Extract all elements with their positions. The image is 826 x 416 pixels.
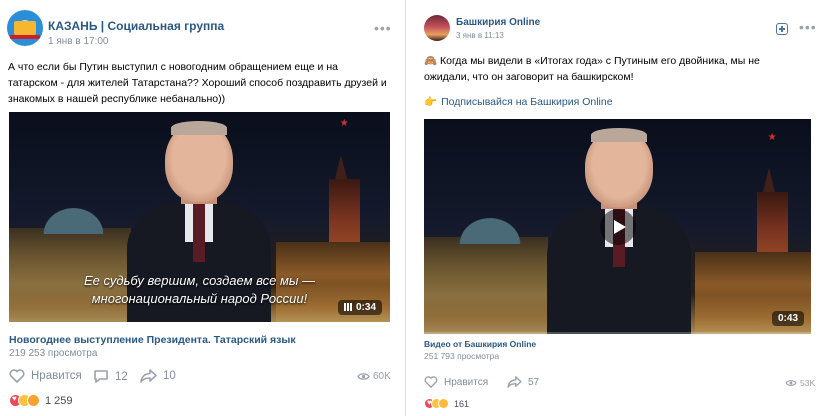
share-count: 57	[528, 376, 540, 388]
video-subtitle-line2: многонациональный народ России!	[91, 291, 308, 306]
like-label: Нравится	[31, 370, 82, 382]
eye-icon	[357, 373, 370, 380]
video-views: 219 253 просмотра	[9, 348, 98, 359]
avatar-badge	[14, 21, 36, 35]
views-counter: 60K	[357, 371, 391, 382]
like-button[interactable]: Нравится	[424, 376, 488, 388]
video-title[interactable]: Новогоднее выступление Президента. Татар…	[9, 334, 296, 346]
video-subtitle-line1: Ее судьбу вершим, создаем все мы —	[83, 273, 316, 288]
tower-spire	[762, 168, 775, 193]
video-duration: 0:34	[337, 300, 382, 315]
post-header: КАЗАНЬ | Социальная группа 1 янв в 17:00…	[0, 0, 400, 56]
subscribe-link[interactable]: 👉 Подписывайся на Башкирия Online	[424, 95, 613, 108]
post-text: А что если бы Путин выступил с новогодни…	[8, 61, 387, 105]
avatar-stripe	[10, 35, 40, 39]
view-count: 60K	[373, 371, 391, 382]
comment-button[interactable]: 12	[93, 369, 128, 384]
share-button[interactable]: 10	[140, 369, 176, 383]
wow-reaction-icon	[27, 394, 40, 407]
share-count: 10	[163, 370, 176, 382]
comment-icon	[94, 370, 108, 383]
comment-count: 12	[115, 370, 128, 383]
video-views: 251 793 просмотра	[424, 351, 500, 361]
add-icon[interactable]	[776, 23, 788, 35]
post-text: 🙈 Когда мы видели в «Итогах года» с Пути…	[424, 55, 760, 83]
post-author[interactable]: КАЗАНЬ | Социальная группа	[48, 19, 224, 33]
video-player[interactable]: ★ 0:43	[424, 119, 811, 334]
heart-icon	[9, 369, 25, 383]
group-avatar[interactable]	[7, 10, 43, 46]
post-bashkiria: Башкирия Online 3 янв в 11:13 ••• 🙈 Когд…	[414, 0, 826, 409]
feed-page: КАЗАНЬ | Социальная группа 1 янв в 17:00…	[0, 0, 826, 416]
star-icon: ★	[767, 131, 777, 143]
post-time[interactable]: 1 янв в 17:00	[48, 36, 108, 47]
more-dots-icon[interactable]: •••	[799, 19, 817, 35]
view-count: 53K	[800, 378, 816, 388]
like-label: Нравится	[444, 376, 489, 388]
post-time[interactable]: 3 янв в 11:13	[456, 31, 504, 40]
dome	[39, 204, 109, 234]
video-duration: 0:43	[771, 311, 804, 326]
share-icon	[507, 376, 522, 388]
video-title[interactable]: Видео от Башкирия Online	[424, 339, 536, 349]
reaction-count: 1 259	[45, 394, 73, 407]
clip-icon	[343, 303, 352, 311]
post-header: Башкирия Online 3 янв в 11:13 •••	[414, 0, 826, 56]
hair	[171, 121, 227, 135]
like-button[interactable]: Нравится	[9, 369, 82, 383]
love-reaction-icon	[438, 398, 449, 409]
reactions[interactable]: 1 259	[9, 394, 73, 407]
reactions[interactable]: 161	[424, 398, 469, 409]
share-button[interactable]: 57	[507, 376, 539, 388]
video-progress[interactable]	[424, 332, 811, 334]
views-counter: 53K	[785, 378, 815, 388]
eye-icon	[785, 380, 797, 386]
group-avatar[interactable]	[424, 15, 450, 41]
star-icon: ★	[339, 118, 349, 130]
tower-spire	[334, 155, 347, 180]
share-icon	[140, 369, 157, 383]
post-kazan: КАЗАНЬ | Социальная группа 1 янв в 17:00…	[0, 0, 400, 407]
play-icon[interactable]	[599, 208, 636, 245]
reaction-count: 161	[454, 398, 470, 409]
dome	[454, 213, 525, 244]
tie	[193, 204, 205, 262]
pointing-hand-icon: 👉	[424, 96, 438, 108]
video-player[interactable]: ★ Ее судьбу вершим, создаем все мы — мно…	[9, 112, 390, 322]
more-dots-icon[interactable]: •••	[374, 20, 392, 36]
hair	[591, 128, 647, 142]
post-author[interactable]: Башкирия Online	[456, 17, 540, 28]
heart-icon	[424, 376, 438, 388]
column-divider	[405, 0, 406, 416]
